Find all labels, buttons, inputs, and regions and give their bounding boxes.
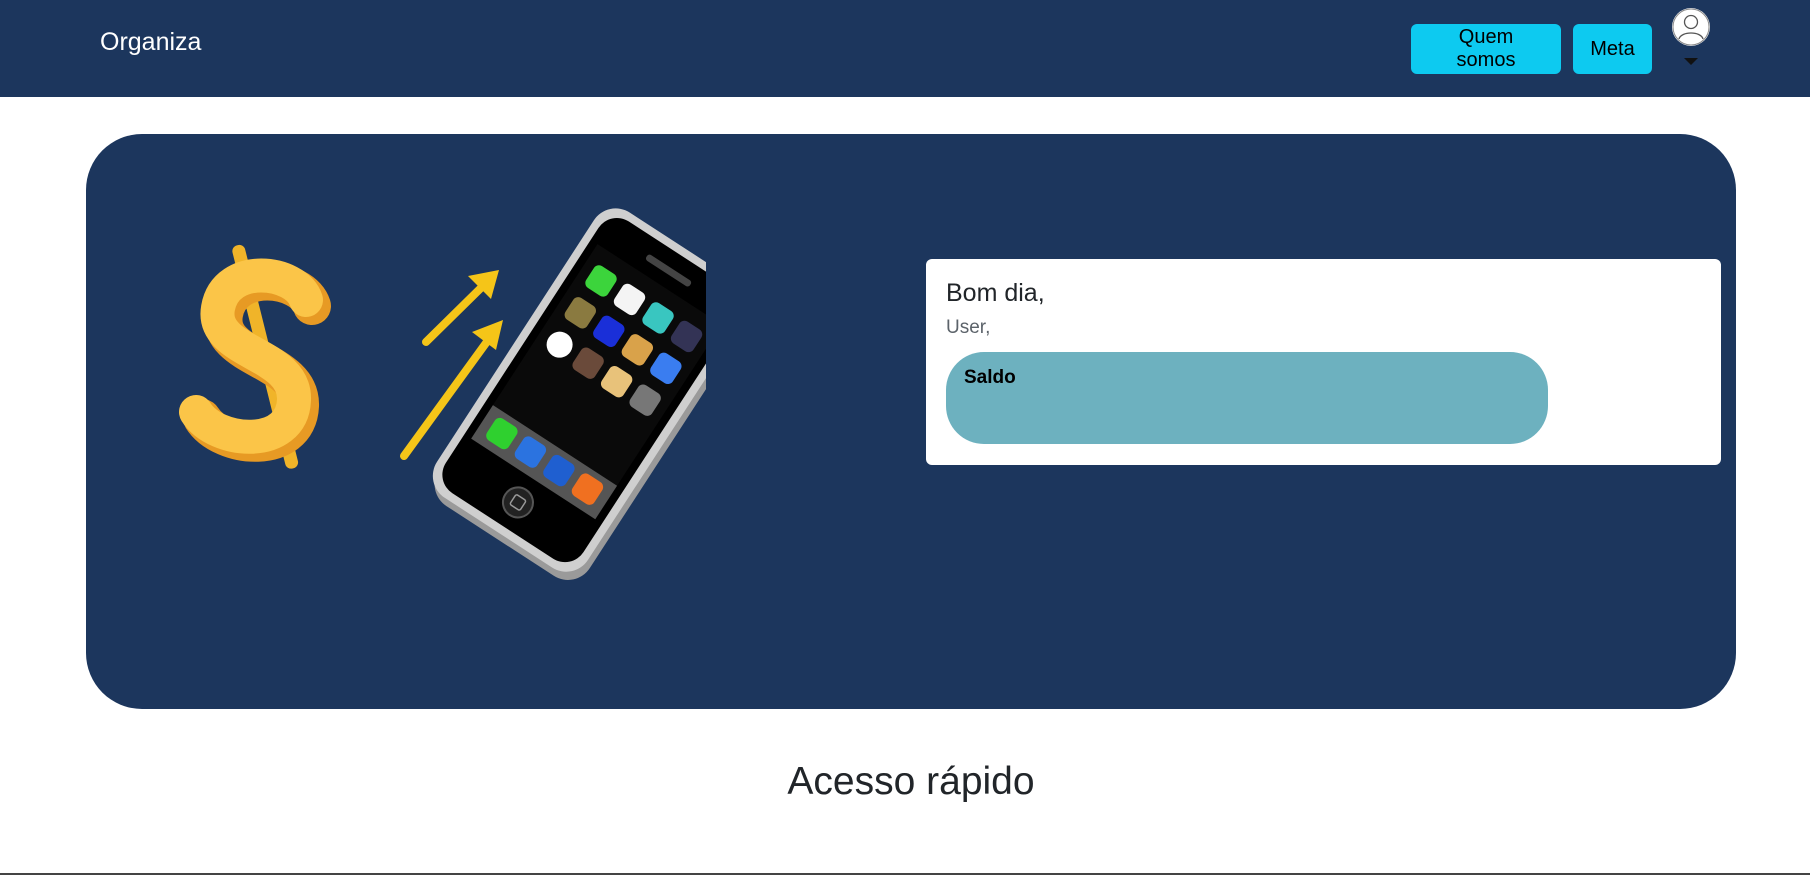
hero-banner: Bom dia, User, Saldo	[86, 134, 1736, 709]
smartphone-icon	[432, 208, 751, 580]
quem-somos-button[interactable]: Quem somos	[1411, 24, 1561, 74]
user-avatar-icon	[1672, 8, 1710, 46]
dollar-sign-icon	[179, 244, 331, 469]
greeting-text: Bom dia,	[946, 279, 1045, 307]
user-menu-toggle[interactable]	[1671, 8, 1711, 70]
balance-box: Saldo	[946, 352, 1548, 444]
money-phone-growth-illustration	[146, 204, 751, 584]
welcome-card: Bom dia, User, Saldo	[926, 259, 1721, 465]
caret-down-icon	[1684, 58, 1698, 65]
navbar: Organiza Quem somos Meta	[0, 0, 1810, 97]
balance-label: Saldo	[964, 367, 1016, 388]
meta-button[interactable]: Meta	[1573, 24, 1652, 74]
quick-access-title: Acesso rápido	[787, 760, 1035, 803]
username-text: User,	[946, 317, 991, 338]
brand-link[interactable]: Organiza	[100, 28, 201, 57]
